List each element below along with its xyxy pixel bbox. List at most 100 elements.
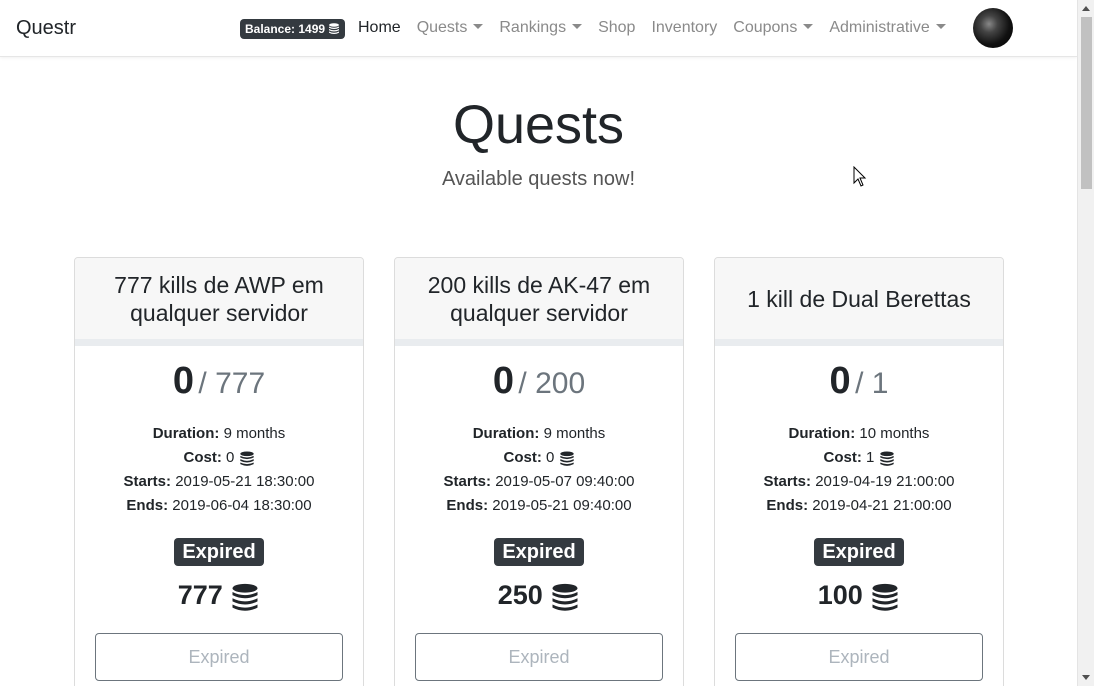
progress-current: 0 <box>172 360 194 402</box>
coins-icon <box>239 451 254 466</box>
scroll-up-arrow-icon[interactable] <box>1082 6 1090 11</box>
scroll-down-arrow-icon[interactable] <box>1082 675 1090 680</box>
coins-icon <box>552 583 578 611</box>
duration-value: 9 months <box>543 425 606 442</box>
quest-reward: 250 <box>395 580 683 611</box>
quest-title: 200 kills de AK-47 em qualquer servidor <box>395 258 683 346</box>
caret-down-icon <box>803 24 814 29</box>
ends-row: Ends: 2019-04-21 21:00:00 <box>715 494 1003 518</box>
nav-coupons-dropdown[interactable]: Coupons <box>733 19 814 37</box>
quest-details: Duration: 9 months Cost: 0 Starts: 2019-0… <box>395 422 683 518</box>
nav-inventory[interactable]: Inventory <box>651 19 717 37</box>
cost-value: 1 <box>865 449 875 466</box>
progress-goal: / 200 <box>518 367 586 400</box>
nav-home[interactable]: Home <box>358 19 401 37</box>
ends-label: Ends: <box>446 497 489 514</box>
duration-row: Duration: 10 months <box>715 422 1003 446</box>
cost-row: Cost: 0 <box>75 446 363 470</box>
balance-label: Balance: 1499 <box>245 22 326 36</box>
starts-row: Starts: 2019-05-21 18:30:00 <box>75 470 363 494</box>
progress-current: 0 <box>829 360 851 402</box>
quest-reward: 100 <box>715 580 1003 611</box>
user-avatar[interactable] <box>973 8 1013 48</box>
page-subtitle: Available quests now! <box>441 168 636 190</box>
quest-title: 1 kill de Dual Berettas <box>715 258 1003 346</box>
cost-value: 0 <box>225 449 235 466</box>
quest-action-button[interactable]: Expired <box>415 633 663 681</box>
caret-down-icon <box>572 24 583 29</box>
nav-coupons-label: Coupons <box>733 19 798 36</box>
nav-quests-dropdown[interactable]: Quests <box>417 19 484 37</box>
nav-shop[interactable]: Shop <box>598 19 635 37</box>
coins-icon <box>872 583 898 611</box>
ends-value: 2019-04-21 21:00:00 <box>812 497 952 514</box>
cost-value: 0 <box>545 449 555 466</box>
coins-icon <box>879 451 894 466</box>
starts-label: Starts: <box>443 473 492 490</box>
quest-progress: 0 / 1 <box>715 360 1003 404</box>
progress-goal: / 777 <box>198 367 266 400</box>
status-badge: Expired <box>494 538 584 566</box>
starts-value: 2019-05-07 09:40:00 <box>495 473 635 490</box>
quest-details: Duration: 9 months Cost: 0 Starts: 2019-0… <box>75 422 363 518</box>
starts-label: Starts: <box>763 473 812 490</box>
duration-value: 10 months <box>859 425 930 442</box>
nav-administrative-dropdown[interactable]: Administrative <box>829 19 946 37</box>
duration-label: Duration: <box>472 425 540 442</box>
reward-value: 100 <box>817 580 863 610</box>
coins-icon <box>232 583 258 611</box>
duration-row: Duration: 9 months <box>395 422 683 446</box>
starts-row: Starts: 2019-04-19 21:00:00 <box>715 470 1003 494</box>
duration-label: Duration: <box>788 425 856 442</box>
quest-title: 777 kills de AWP em qualquer servidor <box>75 258 363 346</box>
nav-quests-label: Quests <box>416 19 468 36</box>
brand-logo[interactable]: Questr <box>16 17 76 40</box>
progress-goal: / 1 <box>855 367 889 400</box>
ends-value: 2019-05-21 09:40:00 <box>492 497 632 514</box>
cost-row: Cost: 0 <box>395 446 683 470</box>
duration-row: Duration: 9 months <box>75 422 363 446</box>
progress-current: 0 <box>492 360 514 402</box>
quest-action-button[interactable]: Expired <box>95 633 343 681</box>
starts-value: 2019-04-19 21:00:00 <box>815 473 955 490</box>
nav-rankings-label: Rankings <box>499 19 567 36</box>
quest-reward: 777 <box>75 580 363 611</box>
quest-card: 777 kills de AWP em qualquer servidor 0 /… <box>74 257 364 686</box>
quest-card: 200 kills de AK-47 em qualquer servidor 0… <box>394 257 684 686</box>
page-scrollbar[interactable] <box>1077 0 1094 686</box>
caret-down-icon <box>935 24 946 29</box>
balance-badge: Balance: 1499 <box>240 19 346 39</box>
starts-value: 2019-05-21 18:30:00 <box>175 473 315 490</box>
caret-down-icon <box>473 24 484 29</box>
cost-row: Cost: 1 <box>715 446 1003 470</box>
quest-progress: 0 / 200 <box>395 360 683 404</box>
quest-action-button[interactable]: Expired <box>735 633 983 681</box>
starts-label: Starts: <box>123 473 172 490</box>
nav-rankings-dropdown[interactable]: Rankings <box>499 19 583 37</box>
reward-value: 777 <box>177 580 223 610</box>
nav-administrative-label: Administrative <box>829 19 930 36</box>
coins-icon <box>329 23 340 34</box>
cost-label: Cost: <box>823 449 862 466</box>
ends-value: 2019-06-04 18:30:00 <box>172 497 312 514</box>
page-title: Quests <box>452 95 625 155</box>
quest-details: Duration: 10 months Cost: 1 Starts: 2019-… <box>715 422 1003 518</box>
coins-icon <box>559 451 574 466</box>
main-nav: Home Quests Rankings Shop Inventory Coup… <box>358 19 962 37</box>
status-badge: Expired <box>174 538 264 566</box>
scrollbar-thumb[interactable] <box>1081 17 1092 189</box>
cost-label: Cost: <box>503 449 542 466</box>
duration-label: Duration: <box>152 425 220 442</box>
status-badge: Expired <box>814 538 904 566</box>
starts-row: Starts: 2019-05-07 09:40:00 <box>395 470 683 494</box>
quest-card: 1 kill de Dual Berettas 0 / 1 Duration: 10… <box>714 257 1004 686</box>
ends-label: Ends: <box>126 497 169 514</box>
top-navbar: Questr Balance: 1499 Home Quests Ranking… <box>0 0 1077 57</box>
cost-label: Cost: <box>183 449 222 466</box>
reward-value: 250 <box>497 580 543 610</box>
ends-row: Ends: 2019-06-04 18:30:00 <box>75 494 363 518</box>
ends-label: Ends: <box>766 497 809 514</box>
duration-value: 9 months <box>223 425 286 442</box>
quest-progress: 0 / 777 <box>75 360 363 404</box>
ends-row: Ends: 2019-05-21 09:40:00 <box>395 494 683 518</box>
